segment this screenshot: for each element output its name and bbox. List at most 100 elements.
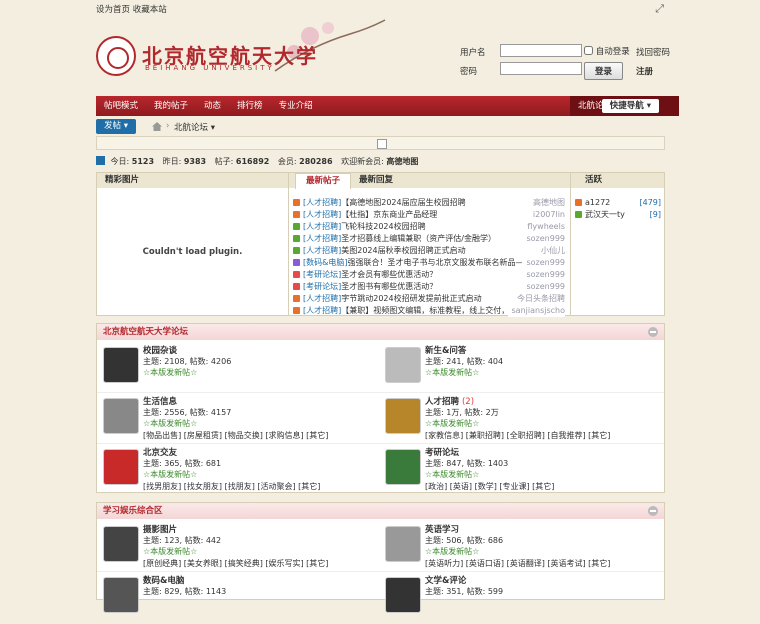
login-button[interactable]: 登录 xyxy=(584,62,624,80)
active-user-name[interactable]: 武汉天一ty xyxy=(585,210,625,219)
forum-icon[interactable] xyxy=(103,449,139,485)
thread-row[interactable]: [人才招聘]圣才招募线上编辑兼职（资产评估/金融学） sozen999 xyxy=(293,233,565,245)
thread-category[interactable]: [人才招聘] xyxy=(303,246,341,255)
thread-row[interactable]: [考研论坛]圣才图书有哪些优惠活动？ sozen999 xyxy=(293,281,565,293)
thread-category[interactable]: [人才招聘] xyxy=(303,234,341,243)
thread-title[interactable]: 字节跳动2024校招研发提前批正式启动 xyxy=(341,294,481,303)
thread-row[interactable]: [人才招聘]美图2024届秋季校园招聘正式启动 小仙儿 xyxy=(293,245,565,257)
forum-name[interactable]: 摄影图片 xyxy=(143,525,177,535)
thread-category[interactable]: [人才招聘] xyxy=(303,294,341,303)
thread-category[interactable]: [考研论坛] xyxy=(303,270,341,279)
thread-title[interactable]: 【杜指】京东商业产品经理 xyxy=(341,210,437,219)
section-title[interactable]: 北京航空航天大学论坛 xyxy=(103,327,188,337)
quick-nav-button[interactable]: 快捷导航 ▾ xyxy=(601,99,659,113)
thread-row[interactable]: [人才招聘]【杜指】京东商业产品经理 i2007lin xyxy=(293,209,565,221)
forum-new-post-link[interactable]: ☆本版发新帖☆ xyxy=(425,367,479,378)
forum-new-post-link[interactable]: ☆本版发新帖☆ xyxy=(425,418,479,429)
thread-row[interactable]: [考研论坛]圣才会员有哪些优惠活动？ sozen999 xyxy=(293,269,565,281)
forum-name[interactable]: 人才招聘 xyxy=(425,397,459,407)
collapse-icon[interactable] xyxy=(648,506,658,516)
forum-subcategories[interactable]: [原创经典] [美女养眼] [搞笑经典] [娱乐写实] [其它] xyxy=(143,558,328,569)
thread-author[interactable]: flywheels xyxy=(523,221,565,233)
active-user-name[interactable]: a1272 xyxy=(585,198,610,207)
thread-category[interactable]: [数码&电脑] xyxy=(303,258,347,267)
thread-category[interactable]: [人才招聘] xyxy=(303,222,341,231)
thread-author[interactable]: sozen999 xyxy=(522,281,565,293)
thread-row[interactable]: [人才招聘]【兼职】视频图文编辑，标准教程，线上交付，熟练加薪 sanjiansj… xyxy=(293,305,565,317)
thread-row[interactable]: [数码&电脑]强强联合！圣才电子书与北京文服发布联名新品——圣才... sozen… xyxy=(293,257,565,269)
forum-icon[interactable] xyxy=(385,526,421,562)
forum-new-post-link[interactable]: ☆本版发新帖☆ xyxy=(143,469,197,480)
featured-pictures-tab[interactable]: 精彩图片 xyxy=(97,173,288,188)
thread-author[interactable]: sozen999 xyxy=(522,233,565,245)
forum-icon[interactable] xyxy=(385,577,421,613)
nav-item-tieba[interactable]: 帖吧模式 xyxy=(96,96,146,116)
forum-icon[interactable] xyxy=(385,398,421,434)
forum-icon[interactable] xyxy=(103,398,139,434)
forum-name[interactable]: 文学&评论 xyxy=(425,576,466,586)
thread-category[interactable]: [人才招聘] xyxy=(303,210,341,219)
forum-subcategories[interactable]: [政治] [英语] [数学] [专业课] [其它] xyxy=(425,481,554,492)
forum-new-post-link[interactable]: ☆本版发新帖☆ xyxy=(143,418,197,429)
nav-item-ranking[interactable]: 排行榜 xyxy=(229,96,271,116)
forum-subcategories[interactable]: [找男朋友] [找女朋友] [找朋友] [活动聚会] [其它] xyxy=(143,481,320,492)
set-home-link[interactable]: 设为首页 xyxy=(96,5,130,15)
forum-subcategories[interactable]: [物品出售] [房屋租赁] [物品交换] [求购信息] [其它] xyxy=(143,430,328,441)
thread-author[interactable]: 小仙儿 xyxy=(537,245,565,257)
forum-new-post-link[interactable]: ☆本版发新帖☆ xyxy=(143,367,197,378)
tab-latest-replies[interactable]: 最新回复 xyxy=(349,173,403,188)
nav-item-majors[interactable]: 专业介绍 xyxy=(271,96,321,116)
nav-item-my-posts[interactable]: 我的帖子 xyxy=(146,96,196,116)
forum-subcategories[interactable]: [家教信息] [兼职招聘] [全职招聘] [自我推荐] [其它] xyxy=(425,430,610,441)
thread-category[interactable]: [人才招聘] xyxy=(303,306,341,315)
active-user-row[interactable]: a1272 [479] xyxy=(575,197,661,209)
forum-icon[interactable] xyxy=(103,577,139,613)
username-input[interactable] xyxy=(500,44,582,57)
thread-author[interactable]: i2007lin xyxy=(528,209,565,221)
forum-icon[interactable] xyxy=(385,347,421,383)
newest-member-link[interactable]: 高德地图 xyxy=(386,157,418,166)
thread-author[interactable]: sozen999 xyxy=(522,269,565,281)
thread-title[interactable]: 美图2024届秋季校园招聘正式启动 xyxy=(341,246,465,255)
thread-title[interactable]: 圣才图书有哪些优惠活动？ xyxy=(341,282,437,291)
forum-new-post-link[interactable]: ☆本版发新帖☆ xyxy=(425,546,479,557)
forum-name[interactable]: 英语学习 xyxy=(425,525,459,535)
password-input[interactable] xyxy=(500,62,582,75)
thread-category[interactable]: [人才招聘] xyxy=(303,198,341,207)
home-icon[interactable] xyxy=(152,122,162,131)
thread-category[interactable]: [考研论坛] xyxy=(303,282,341,291)
forum-icon[interactable] xyxy=(385,449,421,485)
university-seal-logo[interactable] xyxy=(96,36,136,76)
new-post-button[interactable]: 发帖 ▾ xyxy=(96,119,136,134)
forum-name[interactable]: 考研论坛 xyxy=(425,448,459,458)
nav-item-feed[interactable]: 动态 xyxy=(196,96,229,116)
forum-icon[interactable] xyxy=(103,526,139,562)
collapse-icon[interactable] xyxy=(648,327,658,337)
forum-name[interactable]: 数码&电脑 xyxy=(143,576,184,586)
thread-author[interactable]: 高德地图 xyxy=(529,197,565,209)
thread-row[interactable]: [人才招聘]【高德地图2024届应届生校园招聘 高德地图 xyxy=(293,197,565,209)
register-link[interactable]: 注册 xyxy=(636,67,653,77)
forum-name[interactable]: 新生&问答 xyxy=(425,346,466,356)
expand-icon[interactable]: ⤢ xyxy=(655,2,664,16)
breadcrumb-forum[interactable]: 北航论坛 ▾ xyxy=(174,121,215,133)
thread-row[interactable]: [人才招聘]字节跳动2024校招研发提前批正式启动 今日头条招聘 xyxy=(293,293,565,305)
thread-row[interactable]: [人才招聘]飞轮科技2024校园招聘 flywheels xyxy=(293,221,565,233)
thread-author[interactable]: sanjiansjscho xyxy=(507,305,565,317)
thread-title[interactable]: 圣才会员有哪些优惠活动？ xyxy=(341,270,437,279)
forum-name[interactable]: 校园杂谈 xyxy=(143,346,177,356)
thread-title[interactable]: 飞轮科技2024校园招聘 xyxy=(341,222,425,231)
active-users-tab[interactable]: 活跃 xyxy=(571,173,664,188)
auto-login-checkbox[interactable] xyxy=(584,46,593,55)
tab-latest-posts[interactable]: 最新帖子 xyxy=(295,173,352,189)
forum-icon[interactable] xyxy=(103,347,139,383)
forum-new-post-link[interactable]: ☆本版发新帖☆ xyxy=(143,546,197,557)
forum-name[interactable]: 生活信息 xyxy=(143,397,177,407)
thread-title[interactable]: 圣才招募线上编辑兼职（资产评估/金融学） xyxy=(341,234,496,243)
forum-name[interactable]: 北京交友 xyxy=(143,448,177,458)
bookmark-link[interactable]: 收藏本站 xyxy=(133,5,167,15)
forum-subcategories[interactable]: [英语听力] [英语口语] [英语翻译] [英语考试] [其它] xyxy=(425,558,610,569)
section-title[interactable]: 学习娱乐综合区 xyxy=(103,506,163,516)
forgot-password-link[interactable]: 找回密码 xyxy=(636,48,670,58)
active-user-row[interactable]: 武汉天一ty [9] xyxy=(575,209,661,221)
